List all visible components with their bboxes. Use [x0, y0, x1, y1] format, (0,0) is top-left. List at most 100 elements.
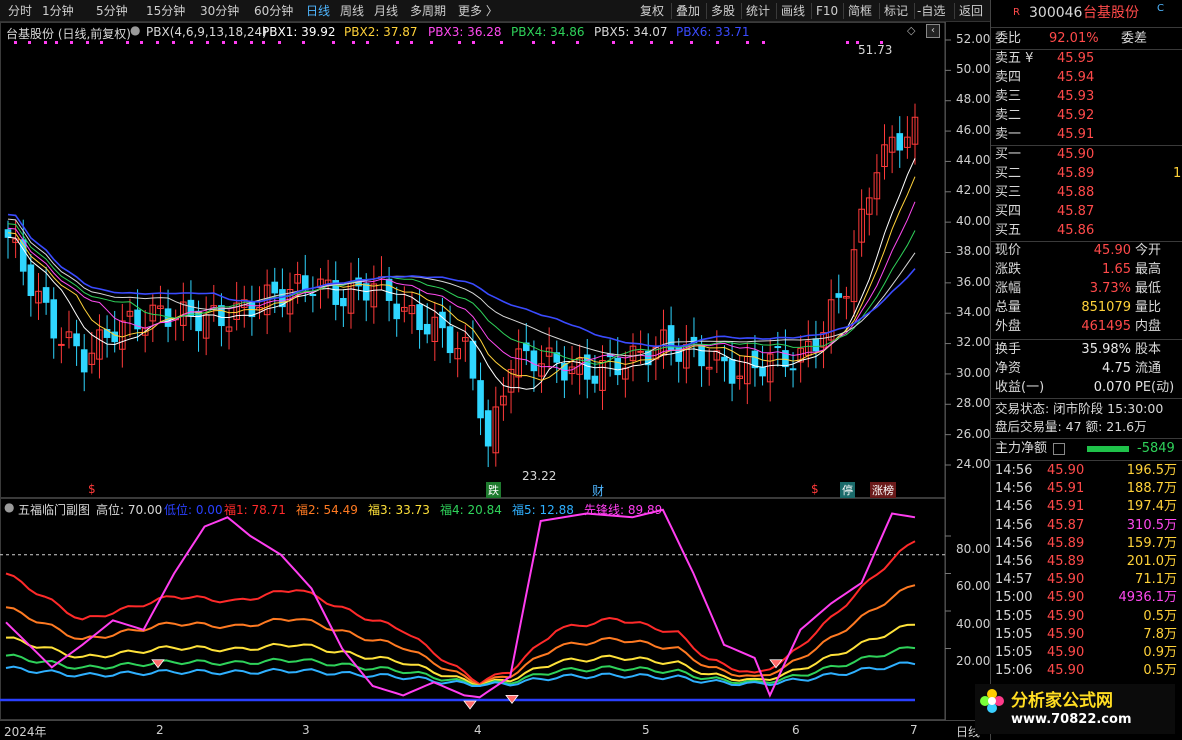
candle-body — [561, 362, 568, 381]
tab-multi-period[interactable]: 多周期 — [410, 3, 446, 19]
sell-level-price: 45.94 — [1057, 70, 1095, 85]
pbx-line-3 — [7, 201, 916, 372]
price-tick: 32.00 — [956, 335, 991, 349]
candle-body — [187, 299, 195, 317]
indicator-name[interactable]: PBX(4,6,9,13,18,24) — [146, 25, 267, 39]
tick-time: 15:06 — [995, 663, 1033, 679]
c-badge: C — [1157, 3, 1164, 14]
tab-5min[interactable]: 5分钟 — [96, 3, 128, 19]
simple-frame-button[interactable]: 简框 — [848, 3, 872, 19]
tab-daily[interactable]: 日线 — [306, 3, 330, 19]
tab-monthly[interactable]: 月线 — [374, 3, 398, 19]
candle-body — [728, 359, 736, 384]
event-dollar-marker[interactable]: $ — [811, 482, 819, 496]
date-tick: 2 — [156, 723, 164, 737]
weibi-value: 92.01% — [1049, 31, 1099, 46]
overlay-button[interactable]: 叠加 — [676, 3, 700, 19]
event-dollar-marker[interactable]: $ — [88, 482, 96, 496]
signal-dot — [458, 41, 461, 44]
stats-button[interactable]: 统计 — [746, 3, 770, 19]
chart-title: 台基股份 (日线,前复权) — [6, 27, 131, 41]
sell-level-label: 卖四 — [995, 70, 1022, 85]
diwei-label: 低位: 0.00 — [164, 503, 223, 517]
candle-body — [423, 323, 431, 335]
fuquan-button[interactable]: 复权 — [640, 3, 664, 19]
indicator-menu-icon[interactable]: ● — [130, 23, 140, 37]
candle-body — [446, 326, 454, 354]
tab-60min[interactable]: 60分钟 — [254, 3, 293, 19]
tab-15min[interactable]: 15分钟 — [146, 3, 185, 19]
tick-price: 45.90 — [1047, 626, 1085, 642]
signal-dot — [612, 41, 615, 44]
signal-dot — [410, 41, 413, 44]
stat-label: 流通 — [1135, 361, 1162, 376]
stat-value: 851079 — [1081, 300, 1131, 315]
tab-more[interactable]: 更多 〉 — [458, 3, 498, 19]
signal-dot — [302, 41, 305, 44]
buy-level-price: 45.90 — [1057, 147, 1095, 162]
price-tick: 46.00 — [956, 123, 991, 137]
candle-body — [271, 281, 279, 294]
stat-value: 45.90 — [1093, 243, 1131, 258]
signal-dot — [190, 41, 193, 44]
low-price-note: 23.22 — [522, 469, 557, 483]
tab-weekly[interactable]: 周线 — [340, 3, 364, 19]
tick-price: 45.87 — [1047, 517, 1085, 533]
event-zhangbang-marker[interactable]: 涨榜 — [870, 482, 896, 498]
diamond-icon[interactable]: ◇ — [907, 24, 915, 37]
back-button[interactable]: 返回 — [959, 3, 983, 19]
tab-fenshi[interactable]: 分时 — [8, 3, 32, 19]
tick-amount: 201.0万 — [1126, 554, 1177, 569]
tick-time: 15:00 — [995, 590, 1033, 606]
buy-level-volume: 1 — [1173, 166, 1182, 181]
weibi-label: 委比 — [995, 31, 1022, 46]
stat-value: 35.98% — [1081, 342, 1131, 357]
event-ting-marker[interactable]: 停 — [840, 482, 855, 498]
wufu-subchart[interactable]: ● 五福临门副图 高位: 70.00 低位: 0.00 福1: 78.71 福2… — [0, 498, 990, 720]
f10-button[interactable]: F10 — [816, 3, 838, 19]
buy-level-price: 45.89 — [1057, 166, 1095, 181]
candle-body — [103, 328, 111, 338]
signal-dot — [172, 41, 175, 44]
tab-1min[interactable]: 1分钟 — [42, 3, 74, 19]
subchart-menu-icon[interactable]: ● — [4, 500, 14, 514]
kline-main-chart[interactable]: 台基股份 (日线,前复权) ● PBX(4,6,9,13,18,24) PBX1… — [0, 22, 990, 498]
price-tick: 36.00 — [956, 275, 991, 289]
candle-body — [835, 293, 843, 298]
tick-amount: 0.5万 — [1143, 663, 1177, 679]
signal-dot — [278, 41, 281, 44]
sell-level-price: 45.95 — [1057, 51, 1095, 66]
sub-tick: 60.00 — [956, 579, 991, 593]
draw-button[interactable]: 画线 — [781, 3, 805, 19]
main-net-toggle[interactable] — [1053, 443, 1065, 455]
subchart-title: 五福临门副图 — [18, 503, 91, 517]
quote-panel: R 300046 台基股份 C 委比 92.01% 委差 卖五 ¥ 45.95 卖四… — [990, 0, 1182, 740]
tick-price: 45.90 — [1047, 463, 1085, 478]
date-tick: 3 — [302, 723, 310, 737]
stat-value: 3.73% — [1089, 281, 1131, 296]
stat-value: 4.75 — [1102, 361, 1131, 376]
mark-button[interactable]: 标记 — [884, 3, 908, 19]
remove-favorite-button[interactable]: -自选 — [917, 3, 945, 19]
collapse-panel-button[interactable]: ‹ — [926, 24, 940, 38]
stat-label: 涨跌 — [995, 262, 1022, 277]
tab-30min[interactable]: 30分钟 — [200, 3, 239, 19]
after-hours-volume: 盘后交易量: 47 额: 21.6万 — [995, 419, 1147, 434]
event-die-marker[interactable]: 跌 — [486, 482, 501, 498]
signal-dot — [690, 41, 693, 44]
candle-body — [759, 366, 766, 377]
multi-stock-button[interactable]: 多股 — [711, 3, 735, 19]
tick-amount: 7.8万 — [1143, 626, 1177, 642]
tick-time: 15:05 — [995, 645, 1033, 660]
main-net-value: -5849 — [1137, 441, 1175, 456]
signal-dot — [716, 41, 719, 44]
stat-label: 总量 — [995, 300, 1022, 315]
stat-value: 1.65 — [1102, 262, 1131, 277]
price-tick: 34.00 — [956, 305, 991, 319]
event-cai-marker[interactable]: 财 — [592, 482, 604, 499]
candle-body — [896, 133, 904, 151]
tick-time: 14:56 — [995, 554, 1033, 569]
signal-dot — [746, 41, 749, 44]
signal-dot — [250, 41, 253, 44]
fu5-label: 福5: 12.88 — [512, 503, 574, 517]
